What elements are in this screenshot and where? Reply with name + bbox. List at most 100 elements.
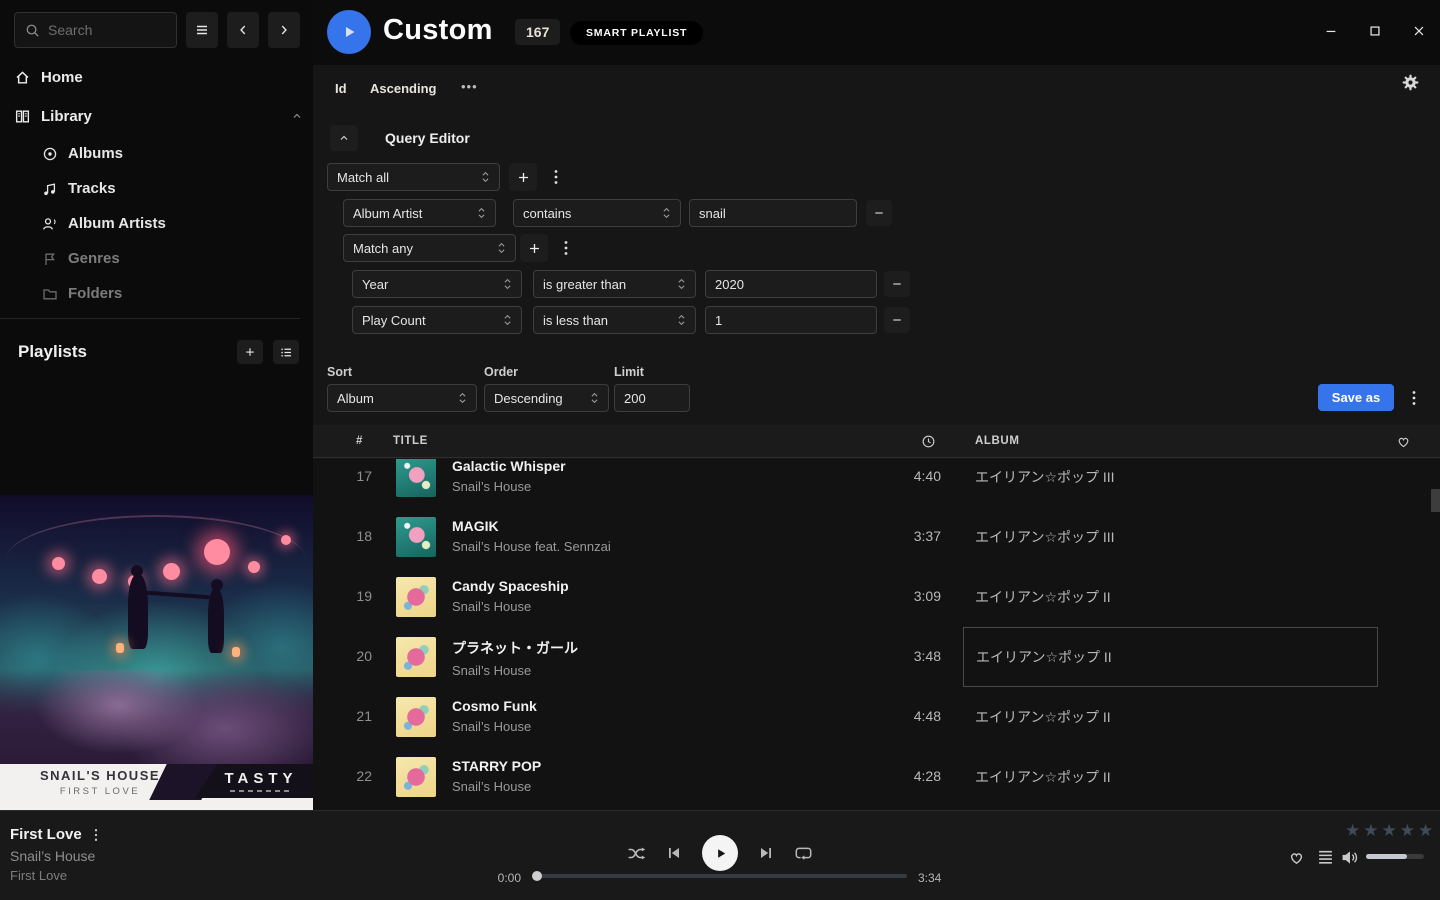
track-title: Cosmo Funk (452, 698, 537, 714)
add-rule-button[interactable] (509, 163, 537, 191)
scrollbar-thumb[interactable] (1431, 489, 1440, 512)
now-playing-menu-button[interactable] (94, 828, 98, 842)
album-cell[interactable]: エイリアン☆ポップ II (963, 687, 1378, 747)
clock-icon[interactable] (921, 434, 936, 449)
play-pause-button[interactable] (702, 835, 738, 871)
track-row[interactable]: 22 STARRY POP Snail’s House 4:28 エイリアン☆ポ… (313, 747, 1440, 807)
match-select[interactable]: Match all (327, 163, 500, 191)
track-row[interactable]: 18 MAGIK Snail’s House feat. Sennzai 3:3… (313, 507, 1440, 567)
list-icon (280, 346, 293, 359)
rule-operator-select[interactable]: is less than (533, 306, 696, 334)
volume-icon[interactable] (1341, 849, 1360, 866)
close-button[interactable] (1410, 22, 1428, 40)
rule-operator-select[interactable]: contains (513, 199, 681, 227)
more-options-icon[interactable]: ••• (461, 79, 478, 94)
sidebar-item-tracks[interactable]: Tracks (0, 171, 313, 206)
star-icon[interactable]: ★ (1400, 821, 1415, 841)
track-row[interactable]: 19 Candy Spaceship Snail’s House 3:09 エイ… (313, 567, 1440, 627)
playlist-item[interactable] (0, 445, 313, 470)
limit-input[interactable] (614, 384, 690, 412)
star-icon[interactable]: ★ (1418, 821, 1433, 841)
track-artist: Snail’s House (452, 599, 569, 614)
volume-slider[interactable] (1366, 854, 1424, 859)
minimize-button[interactable] (1322, 22, 1340, 40)
album-cell[interactable]: エイリアン☆ポップ III (963, 459, 1378, 507)
remove-rule-button[interactable] (884, 271, 910, 297)
remove-rule-button[interactable] (866, 200, 892, 226)
rule-value-input[interactable] (689, 199, 857, 227)
group-menu-button[interactable] (547, 163, 565, 191)
track-row[interactable]: 21 Cosmo Funk Snail’s House 4:48 エイリアン☆ポ… (313, 687, 1440, 747)
seek-thumb[interactable] (532, 871, 542, 881)
rating-stars: ★★★★★ (1345, 821, 1433, 841)
match-select[interactable]: Match any (343, 234, 516, 262)
sort-select[interactable]: Album (327, 384, 477, 412)
rule-field-select[interactable]: Album Artist (343, 199, 496, 227)
sidebar-item-library[interactable]: Library (14, 101, 303, 131)
select-updown-icon (677, 313, 686, 327)
elapsed-time: 0:00 (451, 871, 521, 885)
star-icon[interactable]: ★ (1363, 821, 1378, 841)
star-icon[interactable]: ★ (1382, 821, 1397, 841)
back-button[interactable] (227, 12, 259, 48)
star-icon[interactable]: ★ (1345, 821, 1360, 841)
add-playlist-button[interactable] (237, 340, 263, 364)
select-updown-icon (497, 241, 506, 255)
forward-button[interactable] (268, 12, 300, 48)
menu-button[interactable] (186, 12, 218, 48)
search-box[interactable] (14, 12, 177, 48)
group-menu-button[interactable] (557, 234, 575, 262)
rule-field-select[interactable]: Play Count (352, 306, 522, 334)
queue-icon[interactable] (1317, 850, 1334, 865)
column-album[interactable]: ALBUM (975, 435, 1020, 447)
playlist-item[interactable] (0, 470, 313, 495)
playlist-item[interactable] (0, 370, 313, 395)
remove-rule-button[interactable] (884, 307, 910, 333)
playlist-item[interactable] (0, 395, 313, 420)
playlist-item[interactable] (0, 420, 313, 445)
next-button[interactable] (758, 845, 774, 861)
shuffle-button[interactable] (627, 845, 646, 862)
sidebar-item-label: Genres (68, 250, 120, 267)
query-menu-button[interactable] (1405, 384, 1423, 412)
column-number[interactable]: # (356, 435, 363, 447)
sidebar-item-genres[interactable]: Genres (0, 241, 313, 276)
add-rule-button[interactable] (520, 234, 548, 262)
list-toolbar: Id Ascending ••• (313, 65, 1440, 115)
settings-gear-icon[interactable] (1402, 74, 1419, 91)
column-title[interactable]: TITLE (393, 435, 428, 447)
album-cell[interactable]: エイリアン☆ポップ II (963, 747, 1378, 807)
seek-bar[interactable] (534, 874, 907, 878)
sidebar-item-folders[interactable]: Folders (0, 276, 313, 311)
rule-value-input[interactable] (705, 270, 877, 298)
order-select[interactable]: Descending (484, 384, 609, 412)
kebab-icon (564, 240, 568, 256)
rule-field-select[interactable]: Year (352, 270, 522, 298)
track-row[interactable]: 17 Galactic Whisper Snail’s House 4:40 エ… (313, 459, 1440, 507)
repeat-button[interactable] (794, 845, 813, 861)
maximize-button[interactable] (1366, 22, 1384, 40)
save-as-button[interactable]: Save as (1318, 384, 1394, 411)
track-album: エイリアン☆ポップ II (975, 707, 1111, 727)
sidebar-item-albums[interactable]: Albums (0, 136, 313, 171)
album-cell[interactable]: エイリアン☆ポップ II (963, 627, 1378, 687)
track-album: エイリアン☆ポップ II (975, 767, 1111, 787)
sort-order-control[interactable]: Ascending (370, 81, 436, 96)
collapse-chevron-icon[interactable] (291, 110, 303, 122)
sort-field-control[interactable]: Id (335, 81, 347, 96)
kebab-icon (1412, 390, 1416, 406)
previous-button[interactable] (666, 845, 682, 861)
now-playing-title: First Love (10, 826, 82, 843)
sidebar-item-album-artists[interactable]: Album Artists (0, 206, 313, 241)
sidebar-item-home[interactable]: Home (14, 62, 303, 92)
playlist-menu-button[interactable] (273, 340, 299, 364)
album-cell[interactable]: エイリアン☆ポップ II (963, 567, 1378, 627)
rule-operator-select[interactable]: is greater than (533, 270, 696, 298)
rule-value-input[interactable] (705, 306, 877, 334)
play-playlist-button[interactable] (327, 10, 371, 54)
collapse-query-editor-button[interactable] (330, 125, 358, 151)
favorite-heart-icon[interactable] (1288, 849, 1305, 866)
heart-icon[interactable] (1396, 434, 1411, 449)
album-cell[interactable]: エイリアン☆ポップ III (963, 507, 1378, 567)
track-row[interactable]: 20 プラネット・ガール Snail’s House 3:48 エイリアン☆ポッ… (313, 627, 1440, 687)
